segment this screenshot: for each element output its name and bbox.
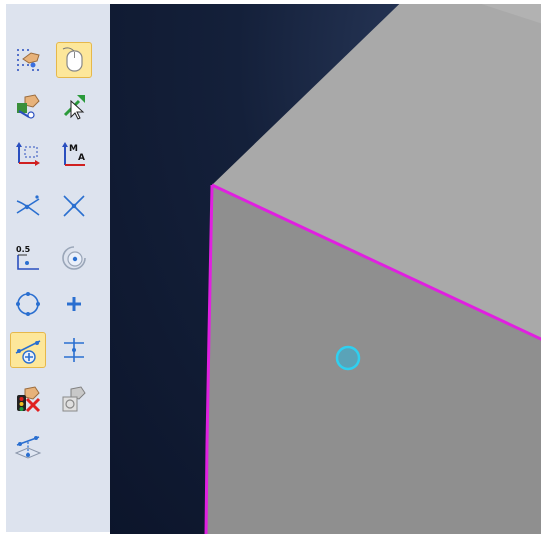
- mouse-select-icon: [62, 47, 83, 72]
- datum-axis-label-icon: M A: [62, 142, 85, 166]
- feature-manager-icon: [62, 386, 86, 412]
- feature-manager-tool[interactable]: [56, 382, 92, 418]
- project-point-tool[interactable]: [10, 430, 46, 466]
- grid-datum-tool[interactable]: [10, 42, 46, 78]
- mouse-select-tool[interactable]: [56, 42, 92, 78]
- delete-feature-icon: [17, 386, 41, 413]
- cross-point-icon: [63, 195, 85, 217]
- grid-datum-icon: [17, 49, 40, 71]
- svg-text:0.5: 0.5: [16, 245, 31, 254]
- point-on-edge-icon: [15, 340, 41, 364]
- midpoint-icon: [64, 338, 84, 362]
- intersection-point-icon: [16, 195, 40, 216]
- point-tool[interactable]: [56, 286, 92, 322]
- pick-arrow-icon: [63, 95, 85, 120]
- circle-center-tool[interactable]: [10, 286, 46, 322]
- delete-feature-tool[interactable]: [10, 382, 46, 418]
- circle-center-icon: [16, 292, 40, 316]
- project-point-icon: [14, 436, 42, 459]
- datum-axis-label-tool[interactable]: M A: [56, 136, 92, 172]
- intersection-point-tool[interactable]: [10, 188, 46, 224]
- model-scene: [204, 4, 543, 536]
- point-on-edge-tool[interactable]: [10, 332, 46, 368]
- svg-text:M: M: [69, 144, 78, 154]
- cross-point-tool[interactable]: [56, 188, 92, 224]
- pick-arrow-tool[interactable]: [56, 88, 92, 124]
- tool-palette: M A 0.5: [6, 4, 111, 532]
- midpoint-tool[interactable]: [56, 332, 92, 368]
- query-feature-icon: [17, 94, 40, 119]
- query-feature-tool[interactable]: [10, 88, 46, 124]
- concentric-point-icon: [62, 246, 86, 270]
- app-window: M A 0.5: [0, 0, 543, 536]
- offset-point-tool[interactable]: 0.5: [10, 240, 46, 276]
- create-axis-icon: [16, 142, 40, 166]
- offset-point-icon: 0.5: [16, 245, 39, 270]
- create-axis-tool[interactable]: [10, 136, 46, 172]
- 3d-viewport[interactable]: [110, 4, 543, 536]
- svg-text:A: A: [78, 153, 85, 163]
- point-icon: [67, 297, 81, 311]
- concentric-point-tool[interactable]: [56, 240, 92, 276]
- selected-point[interactable]: [335, 345, 361, 371]
